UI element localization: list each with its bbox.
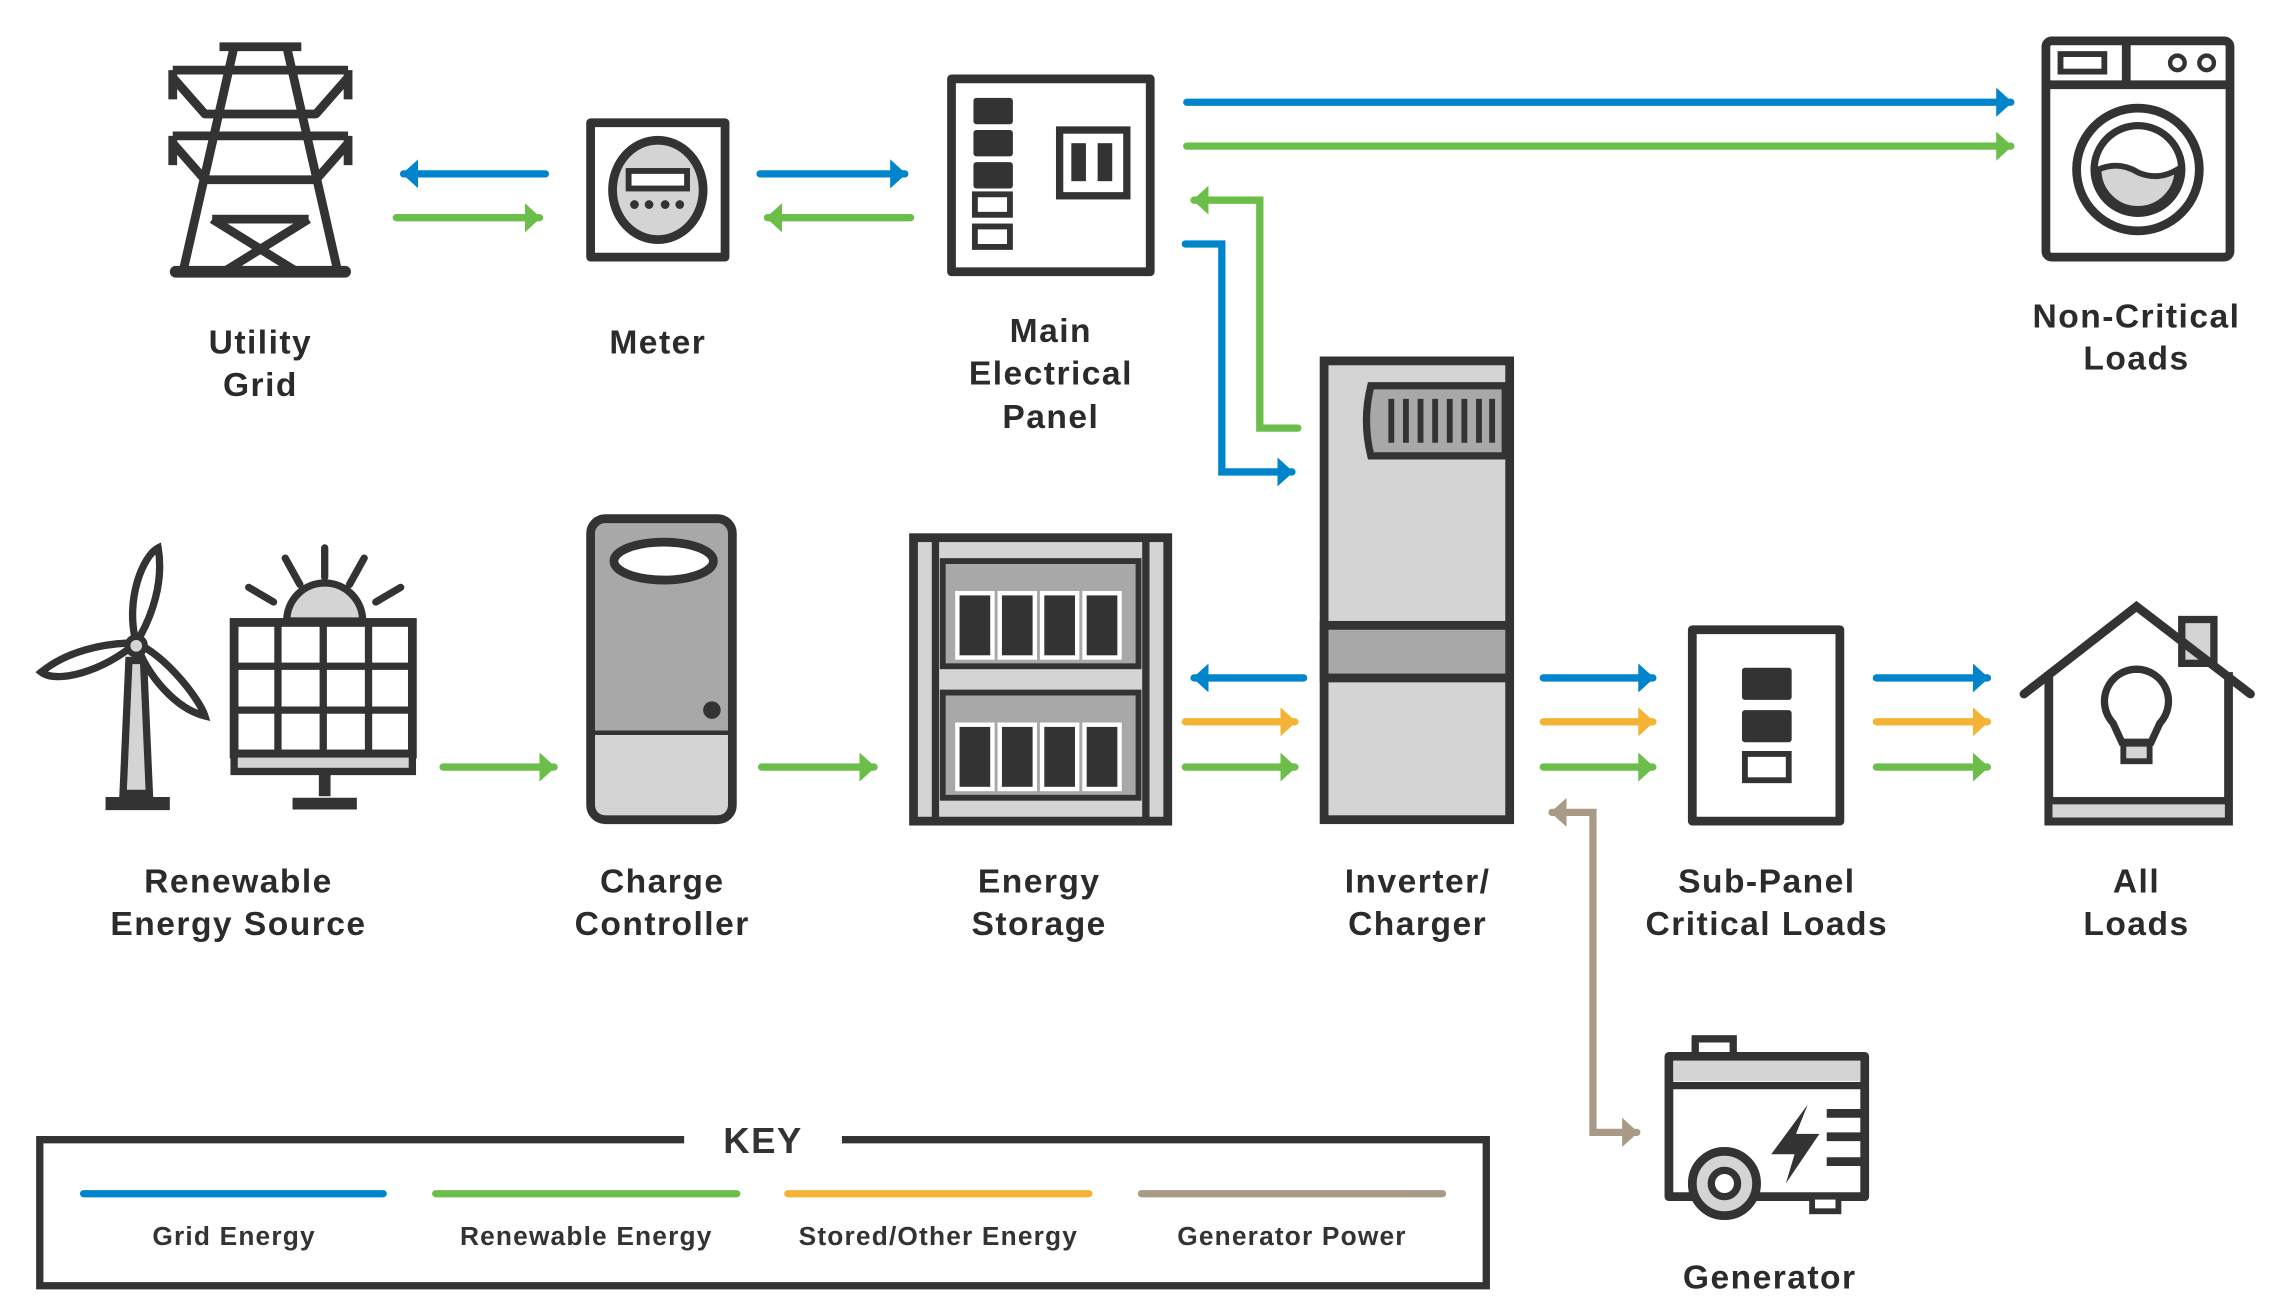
sub-panel-icon — [1687, 625, 1845, 826]
wind-solar-icon — [35, 542, 417, 811]
label-sub-panel-2: Critical Loads — [1646, 906, 1889, 943]
power-tower-icon — [168, 42, 353, 278]
label-all-loads-2: Loads — [2083, 906, 2189, 943]
battery-rack-icon — [909, 533, 1173, 826]
key-title: KEY — [723, 1120, 802, 1161]
breaker-panel-icon — [947, 74, 1155, 277]
label-renewable-2: Energy Source — [110, 906, 366, 943]
label-main-panel-2: Electrical — [969, 355, 1133, 392]
label-sub-panel-1: Sub-Panel — [1678, 864, 1855, 901]
label-inverter-2: Charger — [1348, 906, 1487, 943]
generator-icon — [1664, 1035, 1870, 1221]
label-generator: Generator — [1683, 1260, 1857, 1297]
inverter-icon — [1319, 356, 1515, 825]
key-label-grid: Grid Energy — [152, 1221, 315, 1251]
label-meter: Meter — [609, 325, 706, 362]
key-label-stored: Stored/Other Energy — [799, 1221, 1078, 1251]
arrow-inverter-to-panel-green — [1190, 185, 1302, 432]
key-label-renewable: Renewable Energy — [460, 1221, 713, 1251]
label-utility-grid-2: Grid — [223, 367, 298, 404]
label-main-panel-3: Panel — [1002, 399, 1099, 436]
label-energy-storage-2: Storage — [972, 906, 1107, 943]
label-renewable-1: Renewable — [144, 864, 333, 901]
label-charge-controller-2: Controller — [575, 906, 750, 943]
key-label-generator: Generator Power — [1177, 1221, 1406, 1251]
arrow-panel-to-inverter-blue — [1181, 240, 1296, 487]
label-main-panel-1: Main — [1010, 313, 1092, 350]
label-all-loads-1: All — [2113, 864, 2160, 901]
house-bulb-icon — [2019, 600, 2255, 826]
label-inverter-1: Inverter/ — [1345, 864, 1491, 901]
washing-machine-icon — [2041, 36, 2235, 262]
energy-flow-diagram: Utility Grid Meter Main Electrical Panel… — [35, 36, 2255, 1297]
node-labels: Utility Grid Meter Main Electrical Panel… — [110, 298, 2241, 1297]
label-non-critical-2: Loads — [2083, 341, 2189, 378]
label-energy-storage-1: Energy — [978, 864, 1101, 901]
label-charge-controller-1: Charge — [600, 864, 725, 901]
legend-key: KEY Grid Energy Renewable Energy Stored/… — [36, 1120, 1490, 1290]
arrow-generator-inverter-tan — [1548, 797, 1641, 1147]
label-utility-grid-1: Utility — [209, 325, 313, 362]
charge-controller-icon — [586, 514, 737, 825]
label-non-critical-1: Non-Critical — [2033, 298, 2241, 335]
electric-meter-icon — [586, 118, 730, 262]
